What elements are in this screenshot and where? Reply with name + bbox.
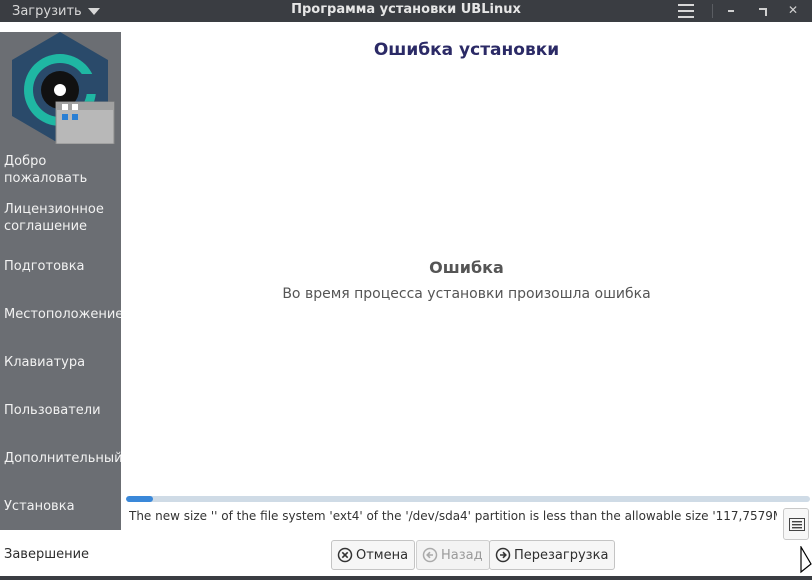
load-menu-label: Загрузить (12, 3, 82, 19)
title-bar: Загрузить Программа установки UBLinux ✕ (0, 0, 812, 22)
desktop-panel-edge (0, 576, 812, 580)
show-log-button[interactable] (783, 508, 809, 540)
log-message: The new size '' of the file system 'ext4… (129, 509, 777, 523)
sidebar-item-location: Местоположение (4, 306, 124, 322)
log-list-icon (789, 518, 805, 531)
main-panel: Ошибка установки Ошибка Во время процесс… (121, 32, 812, 542)
mouse-cursor-icon (800, 546, 812, 574)
sidebar-item-additional: Дополнительный (4, 450, 123, 466)
sidebar-item-users: Пользователи (4, 402, 101, 418)
sidebar-item-keyboard: Клавиатура (4, 354, 86, 370)
sidebar: Добро пожаловать Лицензионное соглашение… (0, 32, 124, 578)
back-button[interactable]: Назад (416, 540, 490, 570)
cancel-button[interactable]: Отмена (331, 540, 416, 570)
close-button[interactable]: ✕ (786, 3, 800, 17)
sidebar-item-preparation: Подготовка (4, 258, 85, 274)
cancel-circle-icon (337, 547, 353, 563)
hamburger-menu-icon[interactable] (678, 4, 694, 18)
chevron-down-icon (87, 8, 100, 15)
arrow-left-circle-icon (422, 547, 438, 563)
titlebar-divider (712, 4, 713, 18)
arrow-right-circle-icon (495, 547, 511, 563)
sidebar-item-license: Лицензионное соглашение (4, 202, 104, 234)
maximize-button[interactable] (756, 4, 768, 18)
sidebar-item-installation: Установка (4, 498, 75, 514)
ublinux-logo (8, 32, 118, 145)
installation-progress-bar (126, 496, 810, 502)
progress-fill (126, 496, 154, 502)
reboot-button-label: Перезагрузка (514, 547, 609, 563)
error-description: Во время процесса установки произошла ош… (282, 286, 651, 302)
reboot-button[interactable]: Перезагрузка (489, 540, 616, 570)
page-title: Ошибка установки (373, 40, 560, 60)
sidebar-item-finish: Завершение (0, 530, 121, 578)
back-button-label: Назад (441, 547, 483, 563)
cancel-button-label: Отмена (356, 547, 409, 563)
error-title: Ошибка (429, 258, 504, 277)
load-menu[interactable]: Загрузить (0, 0, 100, 22)
steps-list: Добро пожаловать Лицензионное соглашение… (0, 146, 124, 578)
minimize-button[interactable] (726, 4, 738, 18)
sidebar-item-welcome: Добро пожаловать (4, 154, 88, 186)
